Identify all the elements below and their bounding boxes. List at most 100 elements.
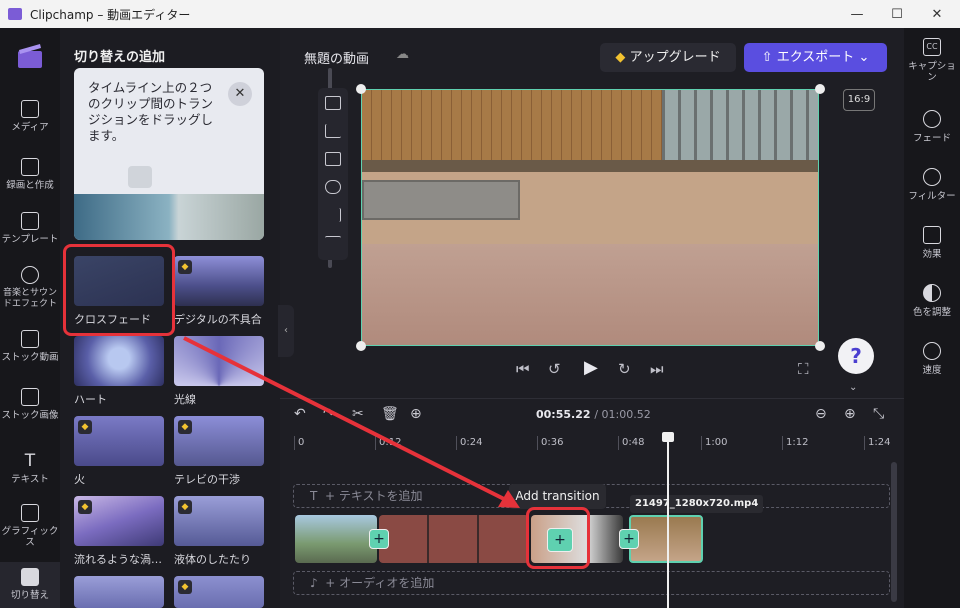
resize-handle[interactable] — [356, 84, 366, 94]
speedometer-icon — [923, 342, 941, 360]
total-time: / 01:00.52 — [594, 408, 651, 421]
rotate-icon[interactable] — [325, 180, 341, 194]
tile-label: 流れるような渦… — [74, 553, 162, 566]
flip-vertical-icon[interactable] — [325, 236, 341, 250]
ruler-tick — [864, 436, 865, 450]
help-button[interactable]: ? — [838, 338, 874, 374]
chevron-down-icon: ⌄ — [854, 50, 870, 65]
video-clip-selected[interactable] — [629, 515, 703, 563]
nav-templates[interactable]: テンプレート — [0, 212, 60, 245]
transition-tile-tv-interference[interactable]: ◆ — [174, 416, 264, 466]
video-clip[interactable] — [295, 515, 377, 563]
camera-icon — [21, 158, 39, 176]
template-icon — [21, 212, 39, 230]
upgrade-label: アップグレード — [629, 50, 721, 65]
transition-tile[interactable]: ◆ — [174, 576, 264, 608]
nav-record[interactable]: 録画と作成 — [0, 158, 60, 191]
add-text-label: + テキストを追加 — [324, 489, 423, 503]
text-icon: T — [310, 489, 325, 503]
nav-label: 効果 — [922, 249, 942, 260]
redo-icon[interactable]: ↷ — [323, 406, 335, 422]
nav-filters[interactable]: フィルター — [904, 168, 960, 202]
transition-tile-light-rays[interactable] — [174, 336, 264, 386]
transition-tile-liquid-drip[interactable]: ◆ — [174, 496, 264, 546]
drag-preview-thumbnail — [128, 166, 152, 188]
upload-icon: ⇧ — [761, 50, 777, 65]
resize-handle[interactable] — [356, 341, 366, 351]
music-note-icon: ♪ — [310, 576, 326, 590]
nav-label: フィルター — [908, 191, 956, 202]
resize-handle[interactable] — [815, 341, 825, 351]
skip-back-icon[interactable]: ⏮ — [516, 360, 530, 378]
fit-timeline-icon[interactable]: ⤡ — [873, 406, 884, 422]
close-icon[interactable]: ✕ — [228, 82, 252, 106]
ruler-tick — [375, 436, 376, 450]
fullscreen-icon[interactable]: ⛶ — [798, 360, 809, 378]
play-icon[interactable]: ▶ — [584, 357, 598, 378]
forward-5-icon[interactable]: ↻ — [618, 360, 631, 378]
ruler-label: 0 — [298, 437, 305, 448]
film-icon — [21, 330, 39, 348]
nav-label: フェード — [912, 133, 951, 144]
clipchamp-logo-icon — [8, 8, 22, 20]
pip-icon[interactable] — [325, 152, 341, 166]
nav-adjust-colors[interactable]: 色を調整 — [904, 284, 960, 318]
zoom-out-icon[interactable]: ⊖ — [815, 406, 827, 422]
flip-horizontal-icon[interactable] — [325, 208, 341, 222]
nav-effects[interactable]: 効果 — [904, 226, 960, 260]
timecode: 00:55.22 / 01:00.52 — [536, 408, 651, 421]
zoom-in-icon[interactable]: ⊕ — [844, 406, 856, 422]
transition-tile-swirl[interactable]: ◆ — [74, 496, 164, 546]
close-window-button[interactable]: ✕ — [914, 0, 960, 28]
cc-icon: CC — [923, 38, 941, 56]
nav-graphics[interactable]: グラフィックス — [0, 504, 60, 548]
add-media-icon[interactable]: ⊕ — [410, 406, 422, 422]
upgrade-button[interactable]: ◆ アップグレード — [600, 43, 736, 72]
skip-forward-icon[interactable]: ⏭ — [650, 360, 664, 378]
project-title[interactable]: 無題の動画 — [304, 48, 369, 67]
playhead[interactable] — [667, 432, 669, 608]
text-icon: T — [24, 451, 36, 471]
video-preview[interactable] — [361, 89, 819, 346]
nav-stock-video[interactable]: ストック動画 — [0, 330, 60, 363]
add-transition-button[interactable]: + — [369, 529, 389, 549]
ruler-tick — [618, 436, 619, 450]
tile-label: 火 — [74, 473, 85, 486]
nav-text[interactable]: T テキスト — [0, 452, 60, 485]
transition-tile-heart[interactable] — [74, 336, 164, 386]
cloud-sync-icon[interactable]: ☁ — [396, 47, 409, 62]
crop-icon[interactable] — [325, 124, 341, 138]
add-transition-tooltip: Add transition — [509, 484, 606, 509]
transition-tile-fire[interactable]: ◆ — [74, 416, 164, 466]
collapse-panel-button[interactable]: ‹ — [278, 305, 294, 357]
nav-transitions[interactable]: 切り替え — [0, 562, 60, 608]
undo-icon[interactable]: ↶ — [294, 406, 306, 422]
nav-music[interactable]: 音楽とサウンドエフェクト — [0, 266, 60, 310]
video-clip[interactable] — [379, 515, 529, 563]
contrast-icon — [923, 284, 941, 302]
split-scissors-icon[interactable]: ✂ — [352, 406, 364, 422]
video-track: + + + — [293, 515, 705, 563]
nav-captions[interactable]: CC キャプション — [904, 38, 960, 83]
aspect-ratio-button[interactable]: 16:9 — [843, 89, 875, 111]
tile-label: 光線 — [174, 393, 196, 406]
timeline-scrollbar[interactable] — [891, 462, 897, 602]
export-button[interactable]: ⇧ エクスポート ⌄ — [744, 43, 887, 72]
add-transition-button[interactable]: + — [619, 529, 639, 549]
transition-tile[interactable] — [74, 576, 164, 608]
ruler-label: 0:36 — [541, 437, 564, 448]
rewind-5-icon[interactable]: ↺ — [548, 360, 561, 378]
delete-icon[interactable]: 🗑 — [381, 406, 399, 422]
add-audio-track[interactable]: ♪ + オーディオを追加 — [293, 571, 890, 595]
transition-tile-digital-glitch[interactable]: ◆ — [174, 256, 264, 306]
nav-speed[interactable]: 速度 — [904, 342, 960, 376]
nav-fade[interactable]: フェード — [904, 110, 960, 144]
nav-stock-images[interactable]: ストック画像 — [0, 388, 60, 421]
tile-label: 液体のしたたり — [174, 553, 251, 566]
nav-media[interactable]: メディア — [0, 100, 60, 133]
chevron-down-icon[interactable]: ⌄ — [849, 382, 857, 393]
nav-label: テキスト — [11, 474, 49, 485]
highlight-crossfade — [63, 244, 175, 336]
fit-icon[interactable] — [325, 96, 341, 110]
resize-handle[interactable] — [815, 84, 825, 94]
